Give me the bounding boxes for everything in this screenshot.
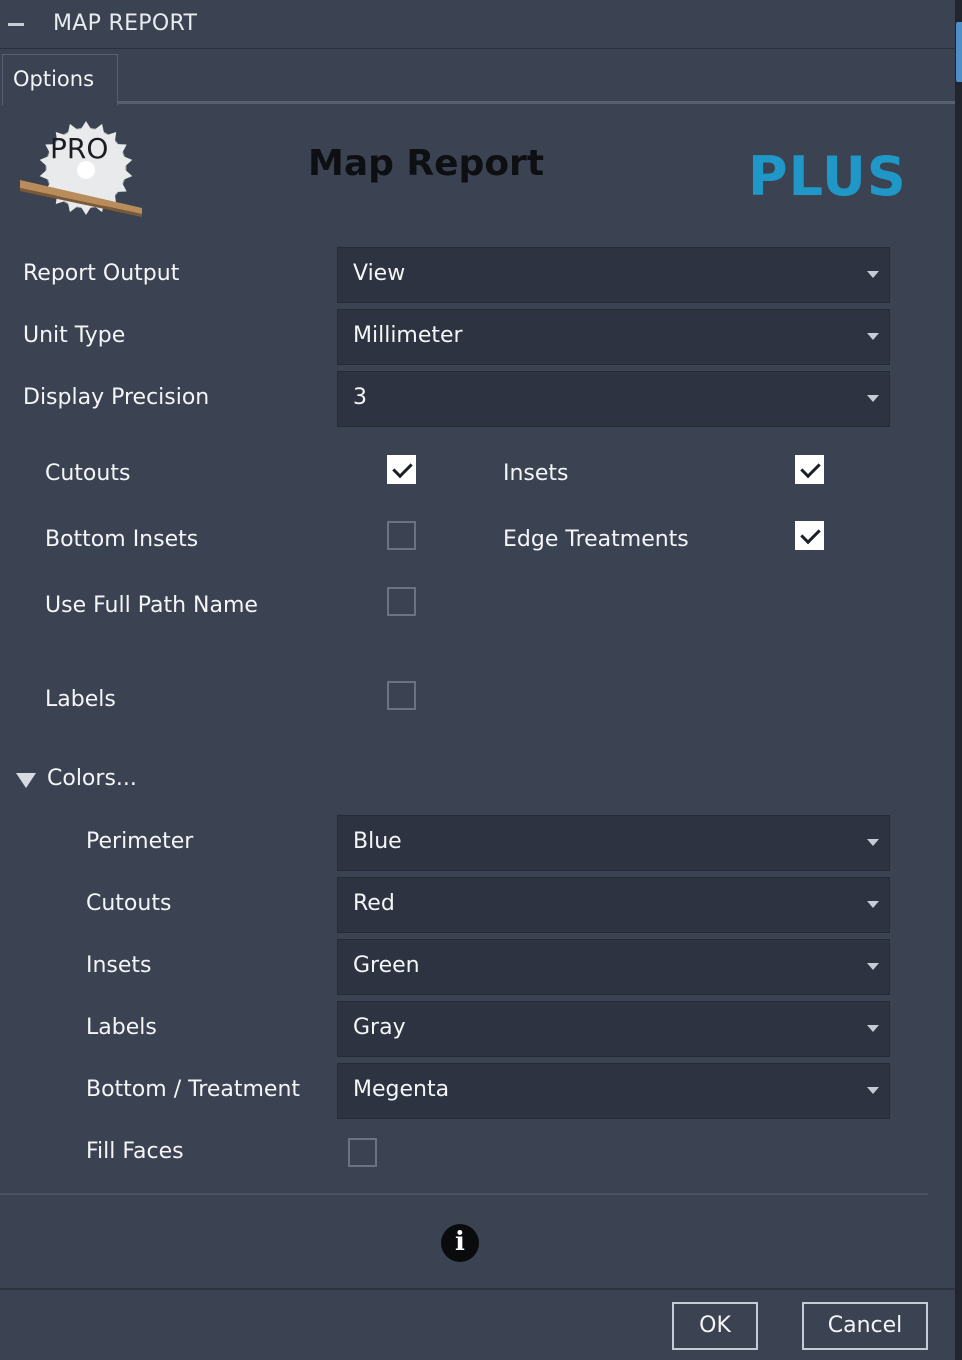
unit-type-value: Millimeter [353,323,463,348]
tab-strip: Options [0,49,955,105]
edge-treatments-option-label: Edge Treatments [503,527,689,552]
report-output-value: View [353,261,406,286]
svg-text:PRO: PRO [50,132,108,165]
insets-color-value: Green [353,953,420,978]
chevron-down-icon [867,333,879,340]
labels-option-label: Labels [45,687,116,712]
cutouts-option-label: Cutouts [45,461,131,486]
report-output-select[interactable]: View [337,247,890,303]
right-dock-edge [955,0,962,1360]
bottom-treatment-color-label: Bottom / Treatment [86,1077,301,1102]
page-title: Map Report [308,143,545,184]
insets-option-label: Insets [503,461,569,486]
colors-section-toggle[interactable]: Colors... [47,766,137,791]
collapse-triangle-icon[interactable] [16,773,36,788]
collapse-icon[interactable] [8,23,24,26]
chevron-down-icon [867,901,879,908]
perimeter-color-value: Blue [353,829,402,854]
panel-title: MAP REPORT [53,11,198,36]
labels-color-label: Labels [86,1015,157,1040]
display-precision-label: Display Precision [23,385,210,410]
ok-button[interactable]: OK [672,1302,758,1350]
chevron-down-icon [867,395,879,402]
tab-options-label: Options [13,67,95,91]
labels-checkbox[interactable] [387,681,416,710]
use-full-path-name-option-label: Use Full Path Name [45,593,258,618]
chevron-down-icon [867,963,879,970]
report-output-label: Report Output [23,261,180,286]
perimeter-color-label: Perimeter [86,829,194,854]
perimeter-color-select[interactable]: Blue [337,815,890,871]
chevron-down-icon [867,839,879,846]
bottom-treatment-color-select[interactable]: Megenta [337,1063,890,1119]
display-precision-value: 3 [353,385,367,410]
unit-type-select[interactable]: Millimeter [337,309,890,365]
dock-tab-accent[interactable] [956,22,962,82]
cutouts-color-label: Cutouts [86,891,172,916]
dialog-footer: OK Cancel [0,1288,955,1360]
chevron-down-icon [867,1087,879,1094]
bottom-treatment-color-value: Megenta [353,1077,450,1102]
panel-titlebar: MAP REPORT [0,0,955,49]
insets-color-select[interactable]: Green [337,939,890,995]
map-report-panel: MAP REPORT Options PRO Map Report PLUS R… [0,0,955,1360]
plus-badge: PLUS [748,145,907,208]
chevron-down-icon [867,1025,879,1032]
use-full-path-name-checkbox[interactable] [387,587,416,616]
fill-faces-label: Fill Faces [86,1139,184,1164]
labels-color-value: Gray [353,1015,406,1040]
tab-options[interactable]: Options [2,54,118,105]
cutouts-color-value: Red [353,891,395,916]
cancel-button[interactable]: Cancel [802,1302,928,1350]
bottom-insets-checkbox[interactable] [387,521,416,550]
cutouts-color-select[interactable]: Red [337,877,890,933]
display-precision-select[interactable]: 3 [337,371,890,427]
cutouts-checkbox[interactable] [387,455,416,484]
saw-blade-logo-icon: PRO [20,121,142,217]
section-divider [0,1193,928,1195]
edge-treatments-checkbox[interactable] [795,521,824,550]
bottom-insets-option-label: Bottom Insets [45,527,199,552]
insets-color-label: Insets [86,953,152,978]
insets-checkbox[interactable] [795,455,824,484]
info-icon[interactable]: i [441,1224,479,1262]
chevron-down-icon [867,271,879,278]
tab-underline [118,101,955,104]
labels-color-select[interactable]: Gray [337,1001,890,1057]
unit-type-label: Unit Type [23,323,126,348]
fill-faces-checkbox[interactable] [348,1138,377,1167]
